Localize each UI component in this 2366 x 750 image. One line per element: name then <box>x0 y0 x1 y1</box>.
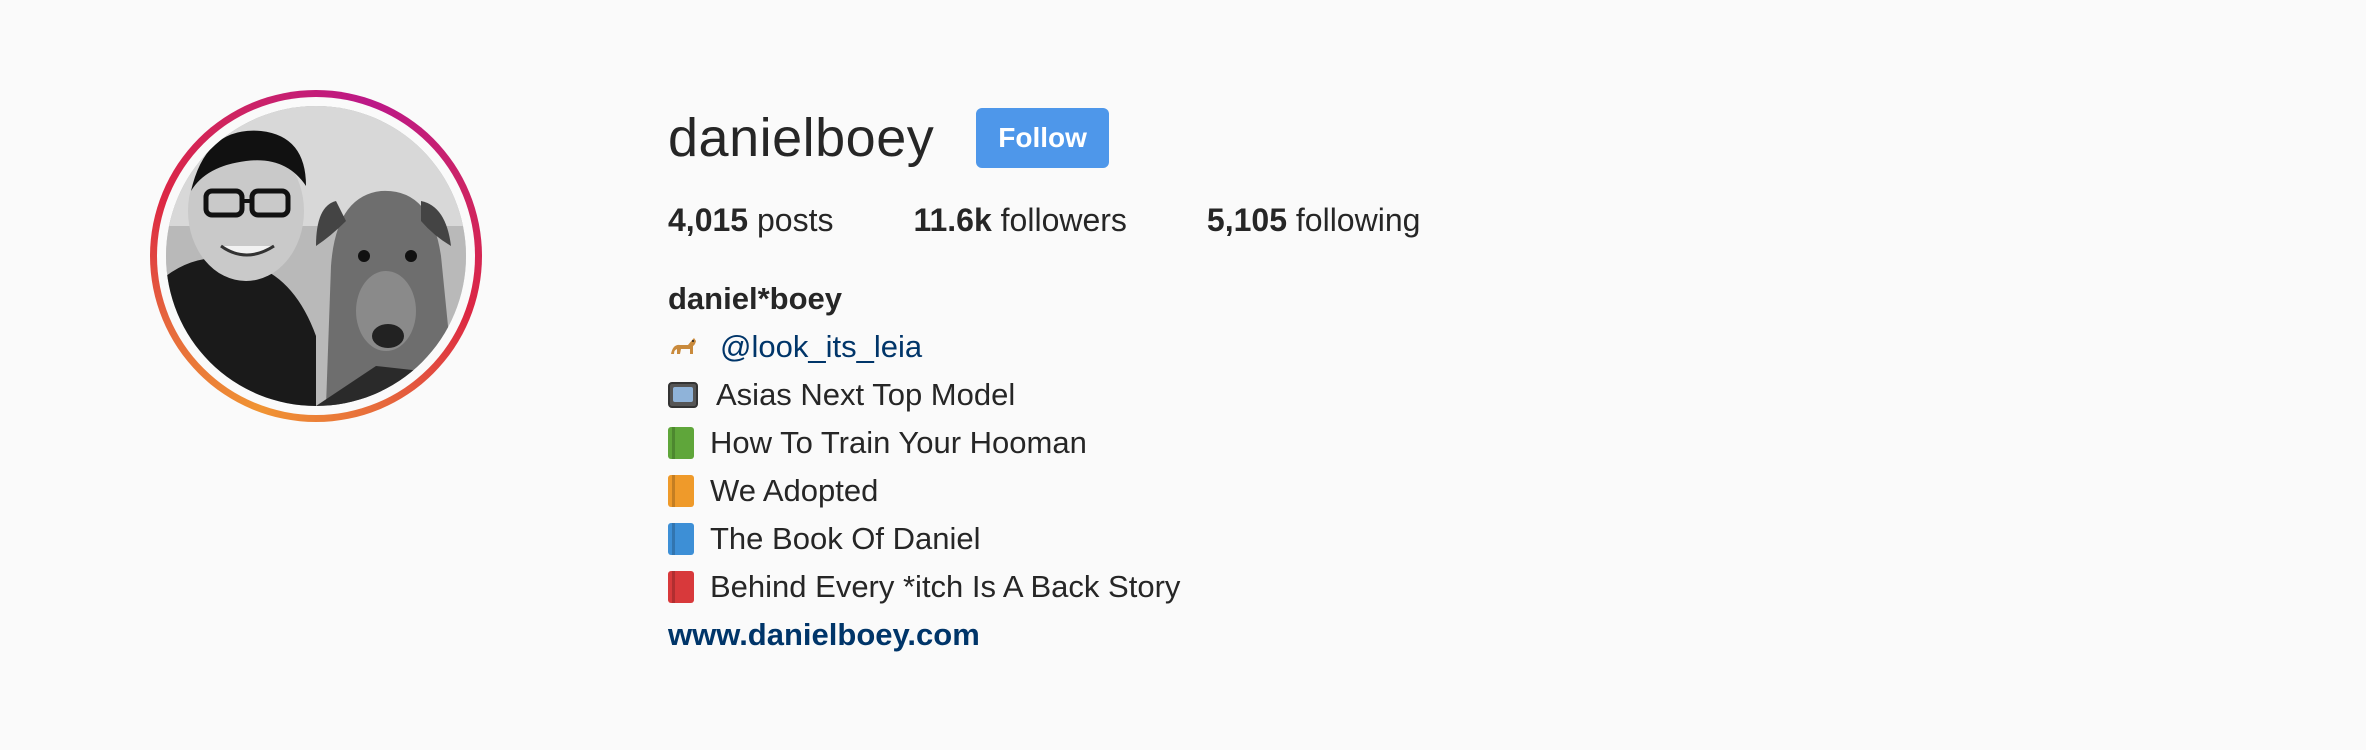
bio-book-orange-text: We Adopted <box>710 473 879 508</box>
following-label: following <box>1295 202 1421 238</box>
dog-emoji-icon <box>671 338 696 354</box>
avatar-gap <box>157 97 475 415</box>
bio-book-red-text: Behind Every *itch Is A Back Story <box>710 569 1181 604</box>
followers-label: followers <box>1000 202 1127 238</box>
posts-stat[interactable]: 4,015 posts <box>668 202 833 239</box>
following-stat[interactable]: 5,105 following <box>1207 202 1420 239</box>
website-link[interactable]: www.danielboey.com <box>668 617 980 652</box>
television-emoji-icon <box>668 382 698 408</box>
posts-label: posts <box>756 202 834 238</box>
bio-mention-link[interactable]: @look_its_leia <box>720 323 922 371</box>
followers-count: 11.6k <box>913 202 992 238</box>
bio-tv-text: Asias Next Top Model <box>716 377 1016 412</box>
blue-book-icon <box>668 523 694 555</box>
profile-username: danielboey <box>668 108 935 168</box>
profile-full-name: daniel*boey <box>668 281 842 316</box>
profile-info: danielboey Follow 4,015 posts 11.6k foll… <box>668 100 1500 659</box>
bio-book-green-text: How To Train Your Hooman <box>710 425 1087 460</box>
avatar-photo <box>166 106 466 406</box>
bio-line-book-orange: We Adopted <box>668 467 1500 515</box>
avatar[interactable] <box>166 106 466 406</box>
profile-stats: 4,015 posts 11.6k followers 5,105 follow… <box>668 202 1500 239</box>
green-book-icon <box>668 427 694 459</box>
avatar-story-ring[interactable] <box>150 90 482 422</box>
bio-line-book-red: Behind Every *itch Is A Back Story <box>668 563 1500 611</box>
bio-line-book-blue: The Book Of Daniel <box>668 515 1500 563</box>
bio-line-book-green: How To Train Your Hooman <box>668 419 1500 467</box>
bio-book-blue-text: The Book Of Daniel <box>710 521 981 556</box>
following-count: 5,105 <box>1206 202 1287 238</box>
bio-line-tv: Asias Next Top Model <box>668 371 1500 419</box>
orange-book-icon <box>668 475 694 507</box>
bio-line-mention: @look_its_leia <box>668 323 1500 371</box>
profile-bio: daniel*boey @look_its_leia Asias Next To… <box>668 275 1500 659</box>
posts-count: 4,015 <box>668 202 749 238</box>
follow-button[interactable]: Follow <box>976 108 1109 168</box>
followers-stat[interactable]: 11.6k followers <box>913 202 1126 239</box>
red-book-icon <box>668 571 694 603</box>
profile-header: danielboey Follow <box>668 100 1500 176</box>
